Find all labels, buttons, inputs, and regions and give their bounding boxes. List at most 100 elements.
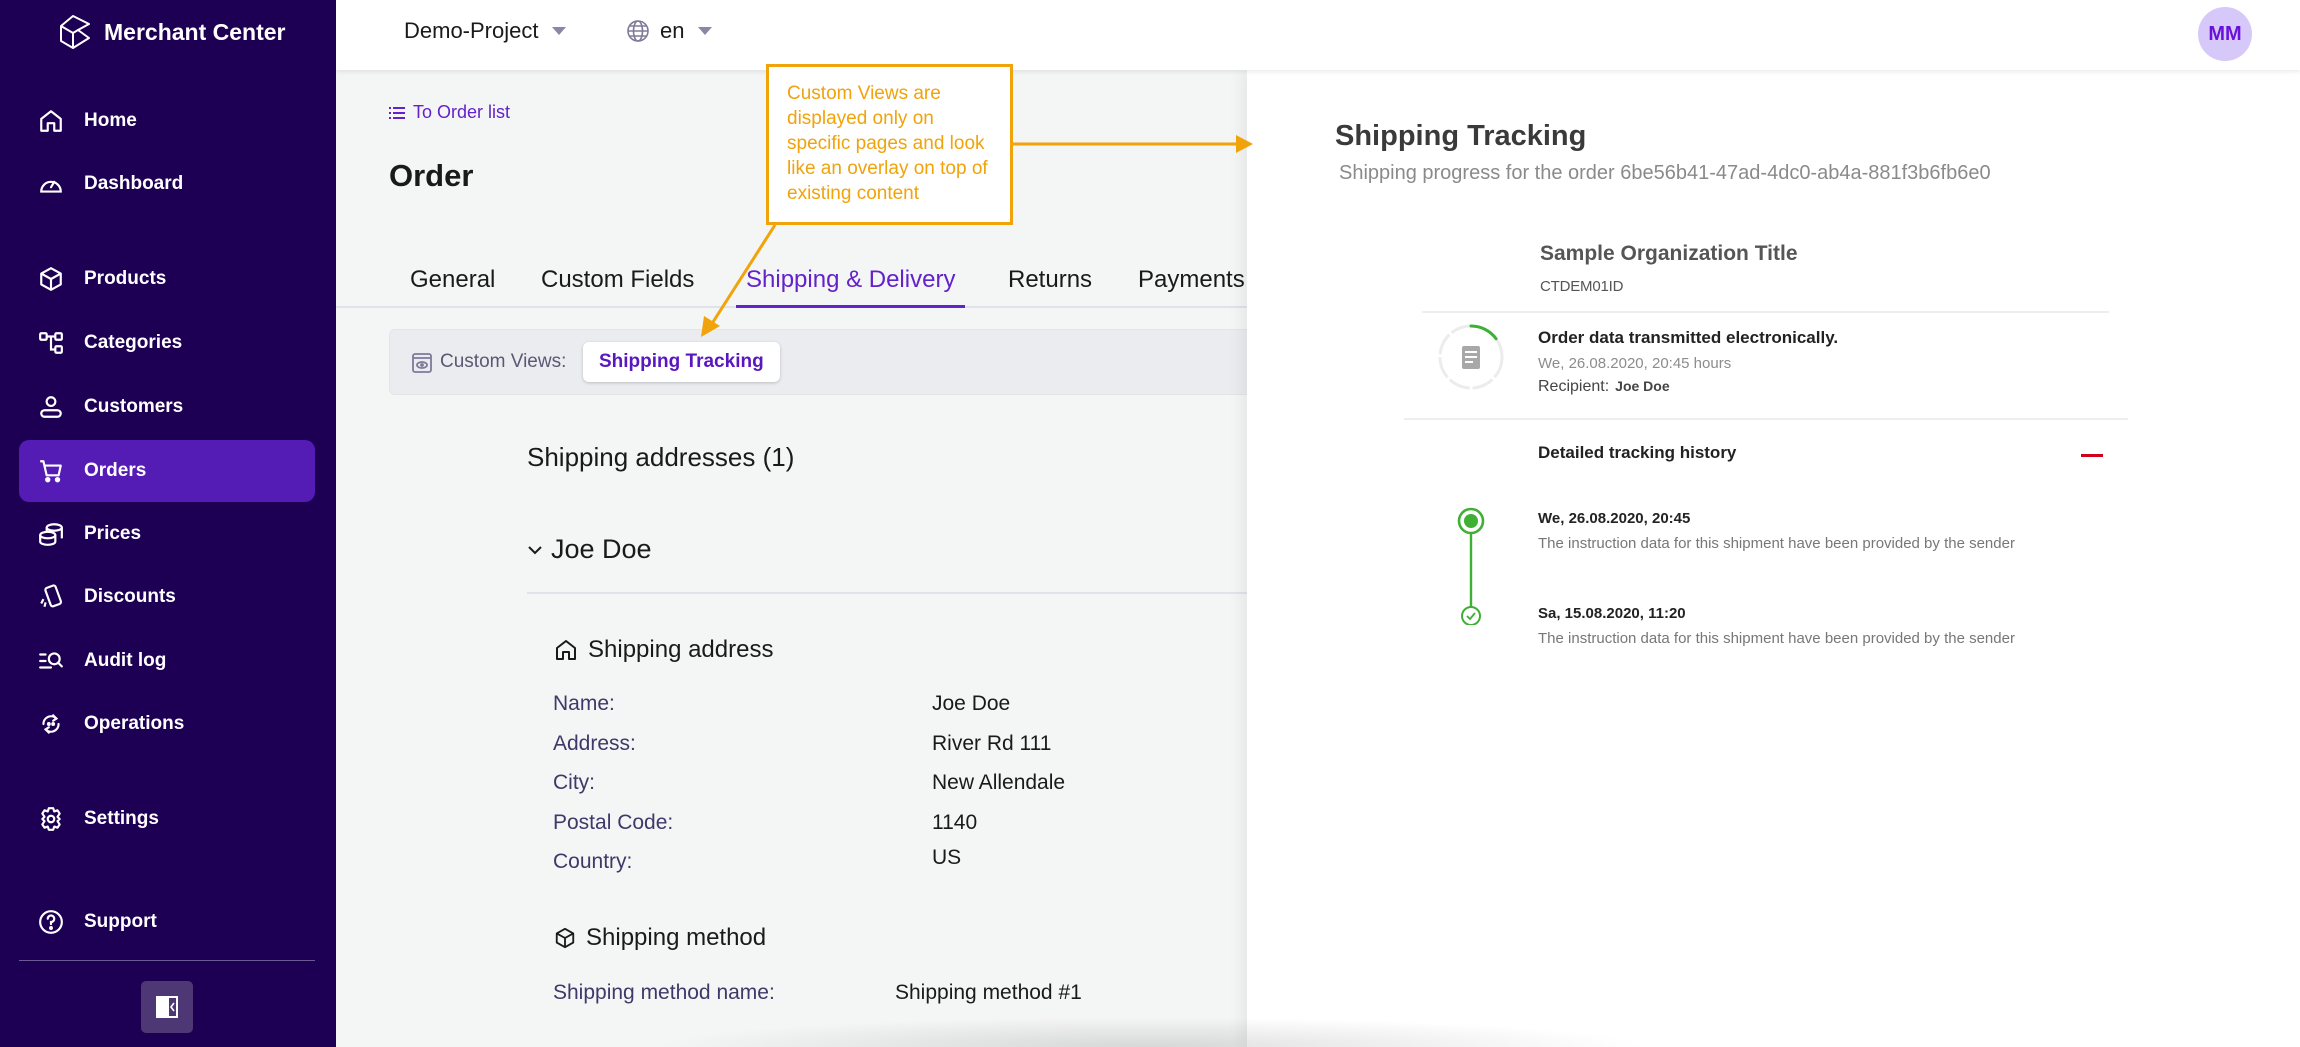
gear-icon: [38, 806, 64, 832]
chevron-down-icon: [528, 545, 542, 554]
field-value: Joe Doe: [932, 692, 1011, 715]
cube-icon: [38, 266, 64, 292]
cart-icon: [38, 458, 64, 484]
address-recipient-name: Joe Doe: [551, 534, 652, 564]
field-value: New Allendale: [932, 771, 1066, 794]
divider: [1404, 418, 2128, 420]
sidebar-collapse-icon: [156, 996, 178, 1018]
sidebar: Merchant Center Home Dashboard Products …: [0, 0, 336, 1047]
chevron-down-icon: [552, 27, 567, 35]
tree-icon: [38, 330, 64, 356]
cube-icon: [555, 927, 575, 949]
tracking-timeline: [1457, 507, 1485, 625]
discount-icon: [38, 584, 64, 610]
sidebar-item-discounts[interactable]: Discounts: [19, 566, 315, 628]
tab-bar: General Custom Fields Shipping & Deliver…: [336, 266, 1247, 308]
coins-icon: [38, 521, 64, 547]
field-label: City:: [553, 771, 595, 794]
brand[interactable]: Merchant Center: [58, 14, 285, 50]
timeline-check-icon: [1461, 606, 1481, 625]
user-avatar[interactable]: MM: [2198, 7, 2252, 61]
event-description: The instruction data for this shipment h…: [1538, 630, 2015, 647]
collapse-minus-icon[interactable]: [2081, 454, 2103, 457]
status-recipient: Recipient: Joe Doe: [1538, 378, 1670, 396]
sidebar-item-dashboard[interactable]: Dashboard: [19, 153, 315, 215]
field-label: Address:: [553, 732, 636, 755]
sidebar-item-audit-log[interactable]: Audit log: [19, 630, 315, 692]
page-title: Order: [389, 158, 474, 193]
status-date: We, 26.08.2020, 20:45 hours: [1538, 355, 1732, 372]
divider: [527, 592, 1247, 594]
overlay-subtitle: Shipping progress for the order 6be56b41…: [1339, 162, 1991, 184]
field-label: Postal Code:: [553, 811, 674, 834]
address-collapse-toggle[interactable]: Joe Doe: [527, 534, 652, 565]
divider: [1422, 311, 2109, 313]
sidebar-item-home[interactable]: Home: [19, 90, 315, 152]
sidebar-item-label: Products: [84, 268, 167, 289]
tab-custom-fields[interactable]: Custom Fields: [541, 266, 694, 308]
language-code: en: [660, 18, 685, 43]
sidebar-item-label: Prices: [84, 523, 142, 544]
shipping-method-heading: Shipping method: [554, 924, 766, 952]
sidebar-item-products[interactable]: Products: [19, 248, 315, 310]
sidebar-item-label: Orders: [84, 460, 147, 481]
shipment-progress-ring: [1438, 324, 1504, 390]
shipping-method-title: Shipping method: [586, 924, 767, 951]
audit-search-icon: [38, 648, 64, 674]
shipping-address-title: Shipping address: [588, 636, 774, 663]
project-name: Demo-Project: [404, 18, 539, 43]
sidebar-item-prices[interactable]: Prices: [19, 503, 315, 565]
back-to-order-list-link[interactable]: To Order list: [389, 102, 510, 123]
project-selector[interactable]: Demo-Project: [404, 18, 567, 44]
sidebar-item-orders[interactable]: Orders: [19, 440, 315, 502]
sidebar-item-label: Discounts: [84, 586, 176, 607]
shipping-tracking-overlay: Shipping Tracking Shipping progress for …: [1247, 70, 2300, 1047]
field-value: River Rd 111: [932, 732, 1052, 755]
field-value: 1140: [932, 811, 978, 834]
back-link-label: To Order list: [413, 102, 511, 122]
field-label: Name:: [553, 692, 615, 715]
sidebar-item-categories[interactable]: Categories: [19, 312, 315, 374]
sidebar-item-label: Customers: [84, 396, 184, 417]
sidebar-item-label: Operations: [84, 713, 185, 734]
dashboard-icon: [38, 171, 64, 197]
annotation-callout: Custom Views are displayed only on speci…: [766, 64, 1013, 225]
field-value: Shipping method #1: [895, 981, 1082, 1004]
document-icon: [1462, 346, 1480, 369]
sidebar-item-label: Dashboard: [84, 173, 184, 194]
sidebar-item-label: Home: [84, 110, 137, 131]
event-date: We, 26.08.2020, 20:45: [1538, 510, 1691, 527]
language-selector[interactable]: en: [626, 18, 713, 44]
field-value: US: [932, 846, 962, 869]
list-icon: [389, 106, 405, 119]
shipping-tracking-view-button[interactable]: Shipping Tracking: [583, 342, 780, 382]
logo-cube-icon: [60, 15, 90, 49]
sidebar-collapse-button[interactable]: [141, 981, 193, 1033]
overlay-title: Shipping Tracking: [1335, 120, 1587, 152]
custom-views-label: Custom Views:: [440, 351, 567, 372]
operations-icon: [38, 711, 64, 737]
event-date: Sa, 15.08.2020, 11:20: [1538, 605, 1686, 622]
recipient-label: Recipient:: [1538, 378, 1610, 395]
status-title: Order data transmitted electronically.: [1538, 328, 1839, 347]
custom-view-eye-icon: [412, 353, 432, 373]
top-bar: Demo-Project en MM: [336, 0, 2300, 70]
sidebar-item-label: Settings: [84, 808, 159, 829]
tab-shipping-delivery[interactable]: Shipping & Delivery: [736, 266, 966, 308]
brand-name: Merchant Center: [104, 18, 286, 45]
sidebar-item-operations[interactable]: Operations: [19, 693, 315, 755]
tab-general[interactable]: General: [410, 266, 495, 308]
tab-returns[interactable]: Returns: [1008, 266, 1092, 308]
recipient-name: Joe Doe: [1615, 378, 1670, 394]
tracking-history-title: Detailed tracking history: [1538, 443, 1737, 462]
sidebar-item-support[interactable]: Support: [19, 891, 315, 953]
shipping-address-heading: Shipping address: [554, 636, 773, 664]
chevron-down-icon: [698, 27, 713, 35]
sidebar-item-settings[interactable]: Settings: [19, 788, 315, 850]
sidebar-item-label: Audit log: [84, 650, 167, 671]
globe-icon: [627, 20, 649, 42]
field-label: Shipping method name:: [553, 981, 775, 1004]
sidebar-item-customers[interactable]: Customers: [19, 376, 315, 438]
progress-ring-arc: [1469, 324, 1498, 341]
tab-payments[interactable]: Payments: [1138, 266, 1245, 308]
